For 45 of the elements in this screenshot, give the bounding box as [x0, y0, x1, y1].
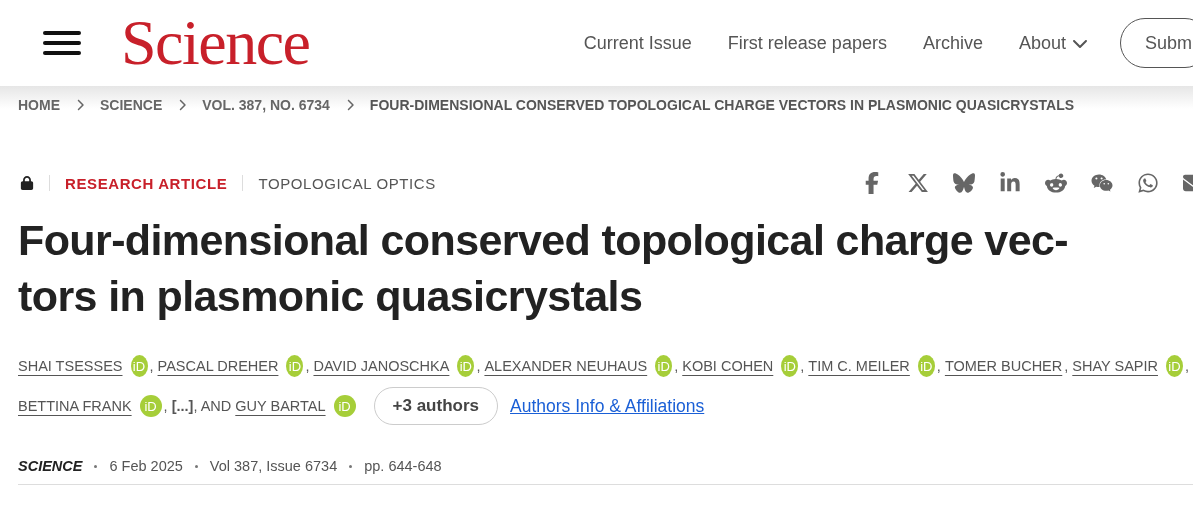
author-separator: ,: [1185, 358, 1190, 374]
author-link[interactable]: DAVID JANOSCHKA: [313, 358, 450, 374]
nav-link[interactable]: About: [1018, 32, 1088, 54]
science-logo[interactable]: Science: [121, 11, 310, 75]
article-title: Four-dimensional conserved topological charge vec- tors in plasmonic quasicrystals: [18, 215, 1070, 322]
more-authors-button[interactable]: +3 authors: [373, 387, 498, 425]
author-separator: ,: [936, 358, 941, 374]
menu-icon[interactable]: [43, 30, 81, 56]
article-topic: TOPOLOGICAL OPTICS: [258, 174, 436, 192]
author-link[interactable]: TIM C. MEILER: [808, 358, 910, 374]
breadcrumb-link[interactable]: SCIENCE: [100, 97, 163, 113]
linkedin-icon[interactable]: [999, 172, 1021, 194]
butterfly-icon[interactable]: [953, 172, 975, 194]
submit-button[interactable]: Subm: [1120, 18, 1193, 68]
author-link[interactable]: TOMER BUCHER: [944, 358, 1063, 374]
author-link[interactable]: ALEXANDER NEUHAUS: [484, 358, 648, 374]
author-separator: ,: [149, 358, 154, 374]
author-separator: ,: [476, 358, 481, 374]
x-logo-icon[interactable]: [907, 172, 929, 194]
author-link[interactable]: PASCAL DREHER: [157, 358, 279, 374]
author-separator: ,: [305, 358, 310, 374]
author-link[interactable]: SHAI TSESSES: [18, 358, 123, 374]
reddit-icon[interactable]: [1045, 172, 1067, 194]
author-link[interactable]: SHAY SAPIR: [1072, 358, 1158, 374]
article-type: RESEARCH ARTICLE: [65, 174, 228, 192]
publish-date: 6 Feb 2025: [109, 458, 183, 474]
author-link[interactable]: GUY BARTAL: [235, 398, 326, 414]
affiliations-link[interactable]: Authors Info & Affiliations: [510, 395, 705, 417]
nav-link[interactable]: Current Issue: [583, 32, 692, 54]
nav-link[interactable]: Archive: [922, 32, 983, 54]
author-separator: ,: [1064, 358, 1069, 374]
breadcrumb-current: FOUR-DIMENSIONAL CONSERVED TOPOLOGICAL CHARGE VECTORS IN PLASMONIC QUASICRYSTALS: [369, 97, 1075, 113]
wechat-icon[interactable]: [1091, 172, 1113, 194]
author-separator: ,: [674, 358, 679, 374]
page-range: pp. 644-648: [364, 458, 442, 474]
nav-link[interactable]: First release papers: [727, 32, 887, 54]
author-separator: ,: [800, 358, 805, 374]
breadcrumb-link[interactable]: HOME: [18, 97, 60, 113]
volume-issue: Vol 387, Issue 6734: [209, 458, 338, 474]
author-link[interactable]: BETTINA FRANK: [18, 398, 132, 414]
journal-name: SCIENCE: [18, 458, 83, 474]
author-separator: , [...], AND: [163, 398, 232, 414]
author-link[interactable]: KOBI COHEN: [682, 358, 774, 374]
whatsapp-icon[interactable]: [1137, 172, 1159, 194]
breadcrumb-link[interactable]: VOL. 387, NO. 6734: [202, 97, 330, 113]
